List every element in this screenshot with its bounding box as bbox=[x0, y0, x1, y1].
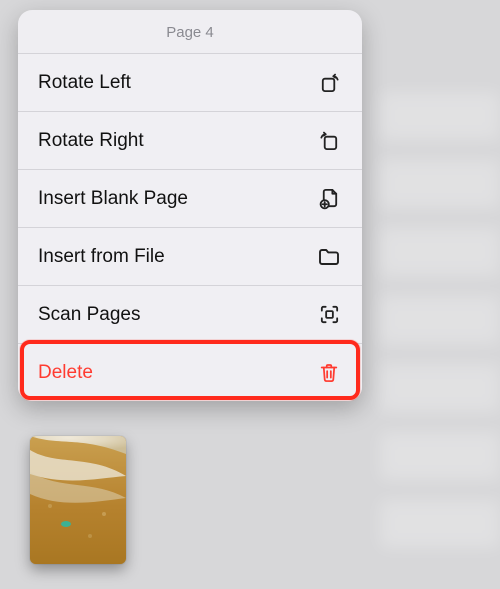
menu-item-rotate-left[interactable]: Rotate Left bbox=[18, 53, 362, 111]
menu-item-rotate-right[interactable]: Rotate Right bbox=[18, 111, 362, 169]
insert-page-icon bbox=[316, 186, 342, 212]
rotate-right-icon bbox=[316, 128, 342, 154]
menu-item-delete[interactable]: Delete bbox=[18, 343, 362, 401]
menu-item-insert-file[interactable]: Insert from File bbox=[18, 227, 362, 285]
menu-item-label: Rotate Right bbox=[38, 130, 144, 152]
menu-title: Page 4 bbox=[18, 10, 362, 53]
rotate-left-icon bbox=[316, 70, 342, 96]
menu-item-label: Scan Pages bbox=[38, 304, 140, 326]
menu-item-scan-pages[interactable]: Scan Pages bbox=[18, 285, 362, 343]
scan-icon bbox=[316, 302, 342, 328]
context-menu: Page 4 Rotate Left Rotate Right Insert B… bbox=[18, 10, 362, 401]
trash-icon bbox=[316, 360, 342, 386]
menu-item-label: Insert Blank Page bbox=[38, 188, 188, 210]
menu-item-insert-blank[interactable]: Insert Blank Page bbox=[18, 169, 362, 227]
menu-item-label: Insert from File bbox=[38, 246, 165, 268]
menu-item-label: Delete bbox=[38, 362, 93, 384]
page-thumbnail[interactable] bbox=[30, 436, 126, 564]
folder-icon bbox=[316, 244, 342, 270]
menu-item-label: Rotate Left bbox=[38, 72, 131, 94]
